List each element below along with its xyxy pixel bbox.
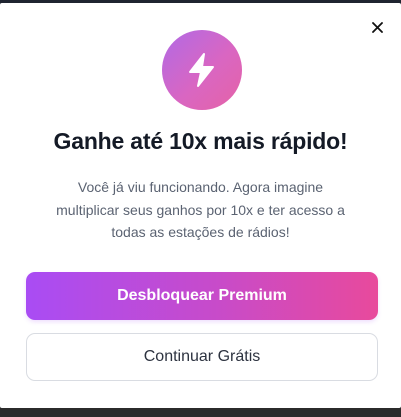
description-line: multiplicar seus ganhos por 10x e ter ac… <box>56 201 345 218</box>
premium-badge <box>162 30 242 110</box>
close-icon <box>371 21 383 33</box>
continue-free-button[interactable]: Continuar Grátis <box>26 333 378 381</box>
description-line: todas as estações de rádios! <box>111 224 290 240</box>
description-line: Você já viu funcionando. Agora imagine <box>77 179 324 195</box>
modal-title: Ganhe até 10x mais rápido! <box>53 128 348 154</box>
close-button[interactable] <box>367 17 387 37</box>
unlock-premium-button[interactable]: Desbloquear Premium <box>26 272 378 320</box>
modal-description: Você já viu funcionando. Agora imagine m… <box>40 176 361 244</box>
lightning-bolt-icon <box>189 53 214 87</box>
unlock-premium-label: Desbloquear Premium <box>117 287 287 304</box>
background-bottom-strip <box>0 408 401 417</box>
upgrade-modal: Ganhe até 10x mais rápido! Você já viu f… <box>0 3 401 408</box>
continue-free-label: Continuar Grátis <box>143 348 261 365</box>
